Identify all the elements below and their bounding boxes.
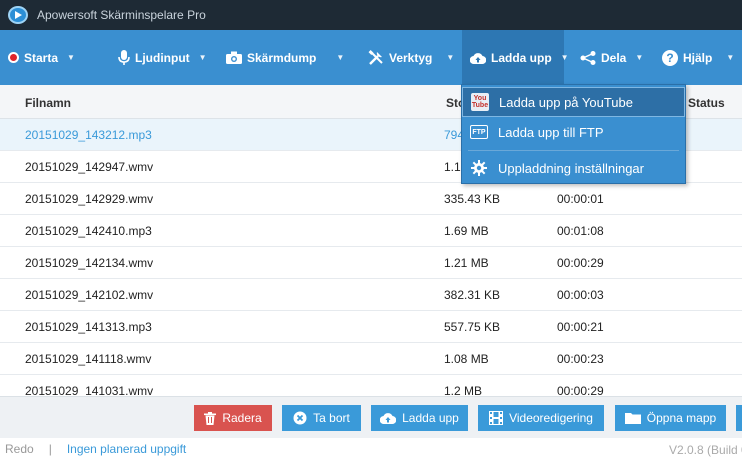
chevron-down-icon[interactable]: ▼ xyxy=(635,53,643,62)
file-duration: 00:01:08 xyxy=(557,224,604,238)
chevron-down-icon[interactable]: ▼ xyxy=(446,53,454,62)
file-duration: 00:00:29 xyxy=(557,384,604,396)
toolbar-share-button[interactable]: Dela ▼ xyxy=(564,30,650,85)
upload-button[interactable]: Ladda upp xyxy=(371,405,468,431)
menu-item-label: Uppladdning inställningar xyxy=(498,160,644,176)
remove-button-label: Ta bort xyxy=(313,411,350,425)
table-row[interactable]: 20151029_141313.mp3 557.75 KB 00:00:21 xyxy=(0,311,742,343)
status-ready: Redo xyxy=(5,442,34,456)
file-name: 20151029_142947.wmv xyxy=(25,160,154,174)
file-name: 20151029_141313.mp3 xyxy=(25,320,152,334)
file-name: 20151029_141031.wmv xyxy=(25,384,154,396)
help-icon: ? xyxy=(662,49,678,66)
toolbar-audio-input-button[interactable]: Ljudinput ▼ xyxy=(104,30,212,85)
chevron-down-icon[interactable]: ▼ xyxy=(726,53,734,62)
file-name: 20151029_141118.wmv xyxy=(25,352,152,366)
video-edit-button[interactable]: Videoredigering xyxy=(478,405,604,431)
gear-icon xyxy=(470,159,488,177)
title-bar: Apowersoft Skärminspelare Pro xyxy=(0,0,742,30)
menu-separator xyxy=(468,150,679,151)
file-size: 335.43 KB xyxy=(444,192,501,206)
table-row[interactable]: 20151029_142102.wmv 382.31 KB 00:00:03 xyxy=(0,279,742,311)
table-row[interactable]: 20151029_142929.wmv 335.43 KB 00:00:01 xyxy=(0,183,742,215)
folder-icon xyxy=(624,412,641,424)
file-duration: 00:00:23 xyxy=(557,352,604,366)
app-logo-icon xyxy=(8,6,28,24)
share-icon xyxy=(580,50,596,65)
table-row[interactable]: 20151029_141118.wmv 1.08 MB 00:00:23 xyxy=(0,343,742,375)
file-name: 20151029_142102.wmv xyxy=(25,288,154,302)
camera-icon xyxy=(226,51,242,64)
toolbar-tools-label: Verktyg xyxy=(389,50,433,65)
file-name: 20151029_142410.mp3 xyxy=(25,224,152,238)
window-title: Apowersoft Skärminspelare Pro xyxy=(37,8,206,22)
file-duration: 00:00:29 xyxy=(557,256,604,270)
file-name: 20151029_143212.mp3 xyxy=(25,128,152,142)
menu-item-upload-settings[interactable]: Uppladdning inställningar xyxy=(462,153,685,183)
menu-item-upload-ftp[interactable]: FTP Ladda upp till FTP xyxy=(462,117,685,147)
ftp-icon: FTP xyxy=(470,123,488,141)
column-header-status[interactable]: Status xyxy=(688,96,725,110)
microphone-icon xyxy=(118,49,130,66)
cloud-upload-icon xyxy=(380,412,397,424)
menu-item-label: Ladda upp på YouTube xyxy=(499,94,633,110)
toolbar-audio-input-label: Ljudinput xyxy=(135,50,190,65)
toolbar-share-label: Dela xyxy=(601,50,627,65)
toolbar-screenshot-label: Skärmdump xyxy=(247,50,317,65)
record-icon xyxy=(8,52,19,63)
table-row[interactable]: 20151029_142134.wmv 1.21 MB 00:00:29 xyxy=(0,247,742,279)
toolbar-start-button[interactable]: Starta ▼ xyxy=(0,30,104,85)
menu-item-label: Ladda upp till FTP xyxy=(498,124,604,140)
delete-button-label: Radera xyxy=(222,411,262,425)
toolbar-tools-button[interactable]: Verktyg ▼ xyxy=(350,30,462,85)
table-row[interactable]: 20151029_142410.mp3 1.69 MB 00:01:08 xyxy=(0,215,742,247)
trash-icon xyxy=(204,411,217,425)
chevron-down-icon[interactable]: ▼ xyxy=(336,53,344,62)
file-duration: 00:00:21 xyxy=(557,320,604,334)
chevron-down-icon[interactable]: ▼ xyxy=(199,53,207,62)
youtube-icon: You Tube xyxy=(471,93,489,111)
column-header-filename[interactable]: Filnamn xyxy=(25,96,71,110)
toolbar-start-label: Starta xyxy=(24,50,59,65)
delete-button[interactable]: Radera xyxy=(194,405,272,431)
file-size: 1.2 MB xyxy=(444,384,483,396)
status-bar: Redo | Ingen planerad uppgift V2.0.8 (Bu… xyxy=(0,438,742,460)
file-duration: 00:00:01 xyxy=(557,192,604,206)
scheduled-task-link[interactable]: Ingen planerad uppgift xyxy=(67,442,186,456)
toolbar-upload-button[interactable]: Ladda upp ▼ xyxy=(462,30,569,85)
open-folder-button-label: Öppna mapp xyxy=(646,411,717,425)
toolbar-screenshot-button[interactable]: Skärmdump ▼ xyxy=(212,30,350,85)
tools-icon xyxy=(368,49,384,66)
file-size: 1.69 MB xyxy=(444,224,489,238)
file-duration: 00:00:03 xyxy=(557,288,604,302)
film-icon xyxy=(489,411,504,425)
file-size: 1.08 MB xyxy=(444,352,489,366)
main-toolbar: Starta ▼ Ljudinput ▼ Skärmdump ▼ Verktyg… xyxy=(0,30,742,85)
toolbar-help-button[interactable]: ? Hjälp ▼ xyxy=(650,30,742,85)
file-size: 1.21 MB xyxy=(444,256,489,270)
table-row[interactable]: 20151029_141031.wmv 1.2 MB 00:00:29 xyxy=(0,375,742,396)
chevron-down-icon[interactable]: ▼ xyxy=(67,53,75,62)
file-name: 20151029_142929.wmv xyxy=(25,192,154,206)
action-bar: Radera Ta bort Ladda upp Videoredigering… xyxy=(0,396,742,438)
upload-dropdown-menu: You Tube Ladda upp på YouTube FTP Ladda u… xyxy=(461,84,686,184)
close-circle-icon xyxy=(293,411,307,425)
upload-button-label: Ladda upp xyxy=(402,411,459,425)
cloud-upload-icon xyxy=(470,52,486,64)
video-edit-button-label: Videoredigering xyxy=(509,411,593,425)
remove-button[interactable]: Ta bort xyxy=(282,405,361,431)
file-size: 557.75 KB xyxy=(444,320,501,334)
toolbar-upload-label: Ladda upp xyxy=(491,50,552,65)
file-size: 382.31 KB xyxy=(444,288,501,302)
version-label: V2.0.8 (Build 0 xyxy=(669,443,742,457)
menu-item-upload-youtube[interactable]: You Tube Ladda upp på YouTube xyxy=(462,87,685,117)
status-separator: | xyxy=(48,442,52,456)
more-actions-button[interactable] xyxy=(736,405,742,431)
open-folder-button[interactable]: Öppna mapp xyxy=(615,405,726,431)
toolbar-help-label: Hjälp xyxy=(683,50,713,65)
file-name: 20151029_142134.wmv xyxy=(25,256,154,270)
chevron-down-icon[interactable]: ▼ xyxy=(561,53,569,62)
